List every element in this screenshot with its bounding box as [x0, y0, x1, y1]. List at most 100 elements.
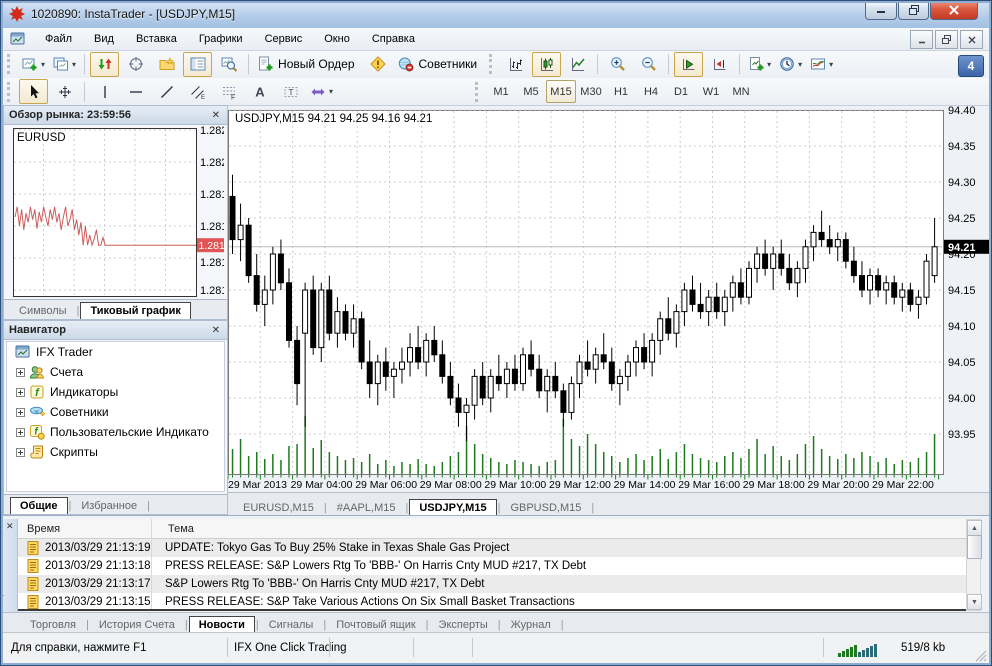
dropdown-arrow-icon[interactable]: ▾	[767, 60, 771, 69]
expand-plus-icon[interactable]	[16, 408, 25, 417]
autoscroll-button[interactable]	[674, 52, 703, 77]
news-row-2[interactable]: 2013/03/29 21:13:18PRESS RELEASE: S&P Lo…	[18, 557, 966, 575]
chart-tab-4[interactable]: GBPUSD,M15	[501, 500, 590, 516]
market-watch-button[interactable]	[90, 52, 119, 77]
cursor-button[interactable]	[19, 79, 48, 104]
data-window-button[interactable]	[121, 52, 150, 77]
chart-tab-1[interactable]: EURUSD,M15	[234, 500, 323, 516]
mdi-restore-button[interactable]	[935, 30, 958, 49]
menu-item-3[interactable]: Вставка	[125, 30, 188, 48]
text-label-button[interactable]: T	[276, 79, 305, 104]
resize-grip[interactable]	[974, 649, 988, 663]
timeframe-m1-button[interactable]: M1	[486, 80, 516, 103]
advisors-toggle-button[interactable]: Советники	[395, 52, 485, 77]
expand-plus-icon[interactable]	[16, 428, 25, 437]
menu-item-6[interactable]: Окно	[313, 30, 361, 48]
news-row-3[interactable]: 2013/03/29 21:13:17S&P Lowers Rtg To 'BB…	[18, 575, 966, 593]
restore-button[interactable]	[898, 0, 929, 20]
expand-plus-icon[interactable]	[16, 388, 25, 397]
important-button[interactable]	[364, 52, 393, 77]
tree-item-3[interactable]: Советники	[7, 402, 224, 422]
tree-item-root[interactable]: IFX Trader	[7, 342, 224, 362]
terminal-tab-5[interactable]: Почтовый ящик	[327, 617, 424, 633]
menu-item-7[interactable]: Справка	[361, 30, 426, 48]
chart-candles-button[interactable]	[532, 52, 561, 77]
tree-item-5[interactable]: Скрипты	[7, 442, 224, 462]
timeframe-m15-button[interactable]: M15	[546, 80, 576, 103]
timeframe-h1-button[interactable]: H1	[606, 80, 636, 103]
scroll-down-icon[interactable]: ▼	[967, 594, 982, 610]
navigator-button[interactable]	[152, 52, 181, 77]
mw-tab-1[interactable]: Символы	[10, 303, 76, 319]
fibonacci-button[interactable]: F	[214, 79, 243, 104]
tick-chart[interactable]: 1.28241.28211.28191.28171.28141.28121.28…	[7, 125, 224, 302]
scrollbar-thumb[interactable]	[967, 535, 982, 559]
menu-item-4[interactable]: Графики	[188, 30, 254, 48]
timeframe-w1-button[interactable]: W1	[696, 80, 726, 103]
terminal-tab-2[interactable]: История Счета	[90, 617, 184, 633]
menu-item-2[interactable]: Вид	[83, 30, 125, 48]
dropdown-arrow-icon[interactable]: ▾	[329, 87, 333, 96]
zoom-out-button[interactable]	[634, 52, 663, 77]
mdi-close-button[interactable]	[960, 30, 983, 49]
scroll-up-icon[interactable]: ▲	[967, 520, 982, 536]
timeframe-m5-button[interactable]: M5	[516, 80, 546, 103]
periods-button[interactable]: ▾	[776, 52, 805, 77]
chart-tab-3[interactable]: USDJPY,M15	[409, 499, 496, 516]
tree-item-4[interactable]: fПользовательские Индикато	[7, 422, 224, 442]
strategy-tester-button[interactable]	[214, 52, 243, 77]
news-row-1[interactable]: 2013/03/29 21:13:19UPDATE: Tokyo Gas To …	[18, 539, 966, 557]
terminal-tab-4[interactable]: Сигналы	[260, 617, 323, 633]
close-button[interactable]	[930, 0, 978, 20]
column-time[interactable]: Время	[18, 523, 151, 535]
crosshair-tool-button[interactable]	[50, 79, 79, 104]
vertical-line-button[interactable]	[90, 79, 119, 104]
arrows-button[interactable]: ▾	[307, 79, 336, 104]
tree-item-2[interactable]: fИндикаторы	[7, 382, 224, 402]
price-chart[interactable]: 94.4094.3594.3094.2594.2094.1594.1094.05…	[228, 105, 992, 492]
text-button[interactable]: A	[245, 79, 274, 104]
tree-item-1[interactable]: Счета	[7, 362, 224, 382]
minimize-button[interactable]	[865, 0, 897, 20]
templates-button[interactable]: ▾	[807, 52, 836, 77]
chart-tab-2[interactable]: #AAPL,M15	[328, 500, 405, 516]
chart-bars-button[interactable]	[501, 52, 530, 77]
menu-item-1[interactable]: Файл	[34, 30, 83, 48]
menu-item-5[interactable]: Сервис	[254, 30, 314, 48]
notifications-badge[interactable]: 4	[958, 55, 984, 77]
trendline-button[interactable]	[152, 79, 181, 104]
timeframe-m30-button[interactable]: M30	[576, 80, 606, 103]
expand-plus-icon[interactable]	[16, 368, 25, 377]
dropdown-arrow-icon[interactable]: ▾	[41, 60, 45, 69]
equidistant-channel-button[interactable]: E	[183, 79, 212, 104]
timeframe-d1-button[interactable]: D1	[666, 80, 696, 103]
mdi-minimize-button[interactable]	[910, 30, 933, 49]
horizontal-line-button[interactable]	[121, 79, 150, 104]
new-order-button[interactable]: Новый Ордер	[254, 52, 361, 77]
terminal-tab-7[interactable]: Журнал	[502, 617, 560, 633]
chart-line-button[interactable]	[563, 52, 592, 77]
expand-plus-icon[interactable]	[16, 448, 25, 457]
navigator-tab-1[interactable]: Общие	[10, 497, 68, 514]
timeframe-mn-button[interactable]: MN	[726, 80, 756, 103]
terminal-close-icon[interactable]: ✕	[6, 521, 14, 532]
timeframe-h4-button[interactable]: H4	[636, 80, 666, 103]
chart-shift-button[interactable]	[705, 52, 734, 77]
terminal-tab-3[interactable]: Новости	[189, 616, 255, 633]
dropdown-arrow-icon[interactable]: ▾	[829, 60, 833, 69]
indicators-add-button[interactable]: ▾	[745, 52, 774, 77]
terminal-button[interactable]	[183, 52, 212, 77]
navigator-tab-2[interactable]: Избранное	[72, 498, 146, 514]
navigator-close-icon[interactable]: ✕	[210, 325, 222, 336]
new-chart-button[interactable]: ▾	[19, 52, 48, 77]
profiles-button[interactable]: ▾	[50, 52, 79, 77]
zoom-in-button[interactable]	[603, 52, 632, 77]
mw-tab-2[interactable]: Тиковый график	[80, 302, 190, 319]
market-watch-close-icon[interactable]: ✕	[210, 110, 222, 121]
column-divider[interactable]	[151, 519, 152, 609]
terminal-tab-6[interactable]: Эксперты	[430, 617, 497, 633]
terminal-tab-1[interactable]: Торговля	[21, 617, 85, 633]
news-row-4[interactable]: 2013/03/29 21:13:15PRESS RELEASE: S&P Ta…	[18, 593, 966, 611]
dropdown-arrow-icon[interactable]: ▾	[798, 60, 802, 69]
dropdown-arrow-icon[interactable]: ▾	[72, 60, 76, 69]
